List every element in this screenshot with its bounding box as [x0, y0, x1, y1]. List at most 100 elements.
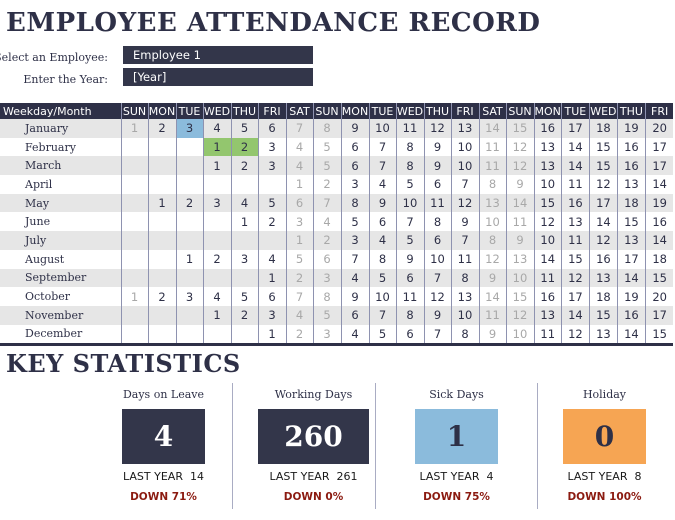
day-cell[interactable]: 13: [616, 231, 646, 250]
day-cell[interactable]: 7: [368, 305, 396, 325]
day-cell[interactable]: 10: [450, 156, 479, 176]
day-cell[interactable]: 19: [616, 119, 646, 138]
day-cell[interactable]: 7: [395, 212, 424, 232]
day-cell[interactable]: 5: [395, 231, 424, 250]
day-cell[interactable]: 4: [230, 193, 258, 213]
day-cell[interactable]: 16: [616, 305, 646, 325]
day-cell[interactable]: 13: [533, 137, 562, 157]
day-cell[interactable]: 2: [257, 212, 286, 232]
day-cell[interactable]: 2: [230, 305, 258, 325]
day-cell[interactable]: 9: [340, 119, 369, 138]
day-cell[interactable]: 1: [175, 249, 203, 269]
day-cell[interactable]: 6: [340, 305, 369, 325]
day-cell[interactable]: 9: [423, 305, 451, 325]
day-cell[interactable]: 10: [423, 249, 451, 269]
day-cell[interactable]: 5: [312, 305, 341, 325]
day-cell-sick[interactable]: 3: [175, 119, 203, 138]
day-cell[interactable]: 13: [560, 212, 590, 232]
day-cell[interactable]: 6: [285, 193, 313, 213]
day-cell[interactable]: 18: [588, 119, 618, 138]
day-cell[interactable]: 8: [450, 268, 479, 288]
day-cell[interactable]: 14: [588, 212, 618, 232]
day-cell[interactable]: 15: [644, 268, 674, 288]
day-cell[interactable]: 14: [560, 156, 590, 176]
day-cell[interactable]: 14: [644, 231, 674, 250]
day-cell[interactable]: 15: [616, 212, 646, 232]
day-cell[interactable]: 9: [505, 231, 534, 250]
day-cell[interactable]: 8: [340, 193, 369, 213]
day-cell[interactable]: 2: [175, 193, 203, 213]
day-cell[interactable]: 8: [312, 287, 341, 306]
day-cell[interactable]: 14: [616, 324, 646, 347]
day-cell[interactable]: 6: [395, 268, 424, 288]
day-cell[interactable]: 15: [505, 119, 534, 138]
day-cell[interactable]: 6: [423, 175, 451, 194]
day-cell[interactable]: 14: [478, 119, 506, 138]
day-cell[interactable]: 15: [588, 156, 618, 176]
day-cell[interactable]: 6: [257, 119, 286, 138]
day-cell[interactable]: 12: [423, 287, 451, 306]
day-cell[interactable]: 9: [478, 324, 506, 347]
day-cell[interactable]: 12: [505, 137, 534, 157]
day-cell[interactable]: 10: [505, 268, 534, 288]
day-cell[interactable]: 9: [478, 268, 506, 288]
day-cell[interactable]: 3: [257, 156, 286, 176]
day-cell[interactable]: 10: [368, 287, 396, 306]
day-cell[interactable]: 4: [202, 287, 231, 306]
day-cell[interactable]: 12: [560, 268, 590, 288]
day-cell[interactable]: 15: [560, 249, 590, 269]
day-cell[interactable]: 9: [368, 193, 396, 213]
day-cell[interactable]: 17: [644, 305, 674, 325]
day-cell[interactable]: 15: [533, 193, 562, 213]
day-cell[interactable]: 7: [312, 193, 341, 213]
day-cell[interactable]: 4: [285, 156, 313, 176]
day-cell[interactable]: 3: [312, 268, 341, 288]
day-cell[interactable]: 7: [340, 249, 369, 269]
day-cell[interactable]: 13: [505, 249, 534, 269]
day-cell[interactable]: 13: [588, 268, 618, 288]
day-cell[interactable]: 12: [450, 193, 479, 213]
day-cell[interactable]: 8: [478, 175, 506, 194]
day-cell[interactable]: 14: [560, 305, 590, 325]
day-cell[interactable]: 3: [340, 175, 369, 194]
day-cell[interactable]: 8: [312, 119, 341, 138]
day-cell[interactable]: 7: [285, 287, 313, 306]
day-cell[interactable]: 11: [560, 231, 590, 250]
day-cell[interactable]: 9: [340, 287, 369, 306]
day-cell[interactable]: 2: [285, 268, 313, 288]
day-cell[interactable]: 10: [478, 212, 506, 232]
day-cell[interactable]: 5: [368, 324, 396, 347]
day-cell[interactable]: 12: [478, 249, 506, 269]
day-cell[interactable]: 8: [423, 212, 451, 232]
day-cell[interactable]: 2: [312, 175, 341, 194]
day-cell[interactable]: 5: [285, 249, 313, 269]
day-cell[interactable]: 1: [285, 231, 313, 250]
day-cell[interactable]: 8: [450, 324, 479, 347]
day-cell[interactable]: 7: [450, 175, 479, 194]
day-cell[interactable]: 10: [368, 119, 396, 138]
day-cell[interactable]: 8: [395, 305, 424, 325]
day-cell[interactable]: 9: [395, 249, 424, 269]
day-cell[interactable]: 1: [202, 305, 231, 325]
day-cell[interactable]: 8: [395, 156, 424, 176]
day-cell[interactable]: 13: [450, 287, 479, 306]
day-cell[interactable]: 12: [505, 156, 534, 176]
day-cell[interactable]: 14: [644, 175, 674, 194]
day-cell[interactable]: 4: [202, 119, 231, 138]
day-cell[interactable]: 20: [644, 287, 674, 306]
day-cell[interactable]: 4: [340, 324, 369, 347]
day-cell[interactable]: 15: [588, 305, 618, 325]
day-cell[interactable]: 9: [423, 137, 451, 157]
day-cell[interactable]: 6: [340, 137, 369, 157]
day-cell[interactable]: 13: [450, 119, 479, 138]
day-cell[interactable]: 1: [147, 193, 176, 213]
day-cell[interactable]: 4: [368, 231, 396, 250]
day-cell[interactable]: 8: [395, 137, 424, 157]
day-cell[interactable]: 1: [230, 212, 258, 232]
day-cell[interactable]: 15: [505, 287, 534, 306]
day-cell-leave[interactable]: 1: [202, 137, 231, 157]
day-cell[interactable]: 6: [368, 212, 396, 232]
day-cell[interactable]: 3: [257, 305, 286, 325]
day-cell[interactable]: 16: [644, 212, 674, 232]
day-cell[interactable]: 1: [120, 119, 148, 138]
